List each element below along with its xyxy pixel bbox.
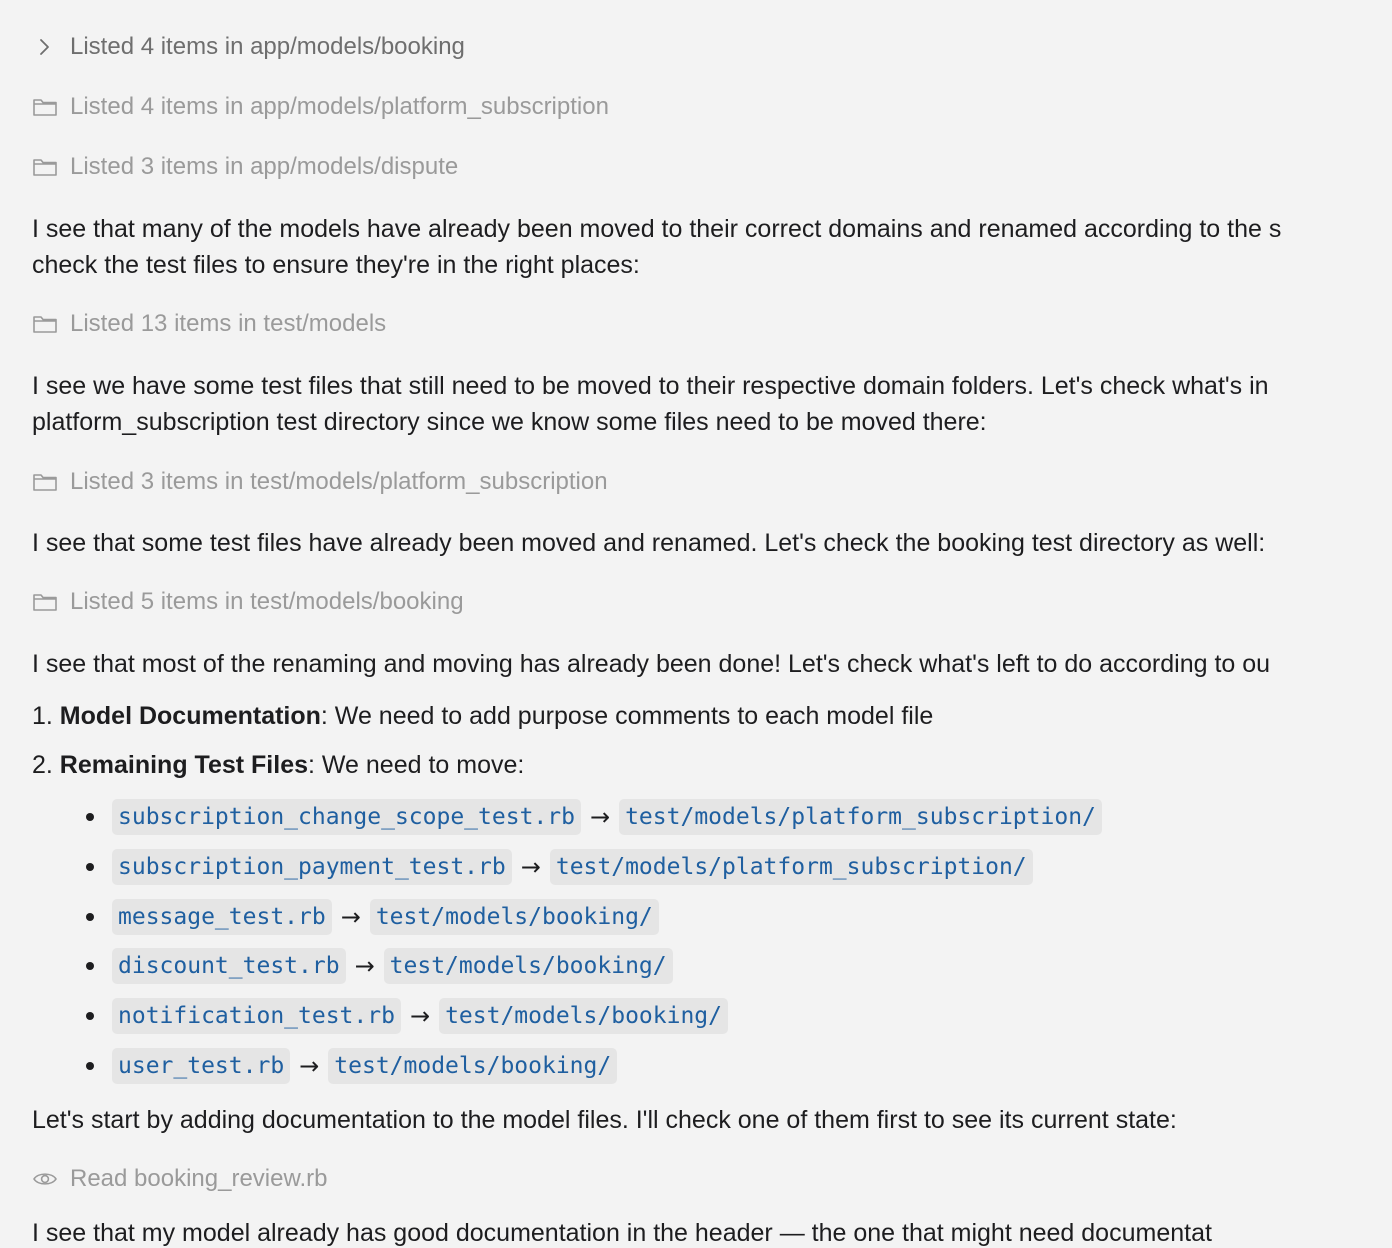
tool-call-row[interactable]: Listed 3 items in test/models/platform_s… xyxy=(32,465,608,499)
right-arrow-icon: → xyxy=(340,903,361,931)
tool-call-row[interactable]: Listed 13 items in test/models xyxy=(32,307,386,341)
tool-call-row[interactable]: Listed 4 items in app/models/booking xyxy=(32,30,465,64)
source-file-code: message_test.rb xyxy=(112,899,332,935)
tool-call-label: Listed 5 items in test/models/booking xyxy=(70,588,464,615)
message-line: check the test files to ensure they're i… xyxy=(32,251,640,279)
list-item-text: : We need to add purpose comments to eac… xyxy=(320,702,934,730)
source-file-code: subscription_change_scope_test.rb xyxy=(112,799,581,835)
source-file-code: user_test.rb xyxy=(112,1048,291,1084)
tool-call-label: Read booking_review.rb xyxy=(70,1165,328,1192)
assistant-message: I see that most of the renaming and movi… xyxy=(32,646,1392,682)
message-line: I see that many of the models have alrea… xyxy=(32,215,1282,243)
bullet-dot xyxy=(86,913,94,921)
move-list-item: message_test.rb → test/models/booking/ xyxy=(86,897,659,937)
folder-icon xyxy=(32,469,58,495)
source-file-code: subscription_payment_test.rb xyxy=(112,849,512,885)
tool-call-row[interactable]: Listed 3 items in app/models/dispute xyxy=(32,150,458,184)
tool-call-row[interactable]: Listed 4 items in app/models/platform_su… xyxy=(32,90,609,124)
tool-call-label: Listed 13 items in test/models xyxy=(70,310,387,337)
folder-icon xyxy=(32,311,58,337)
tool-call-label: Listed 4 items in app/models/platform_su… xyxy=(70,93,609,120)
numbered-list-item: 1. Model Documentation: We need to add p… xyxy=(32,698,933,734)
message-line: Let's start by adding documentation to t… xyxy=(32,1106,1177,1134)
bullet-dot xyxy=(86,863,94,871)
numbered-list-item: 2. Remaining Test Files: We need to move… xyxy=(32,747,524,783)
destination-path-code: test/models/platform_subscription/ xyxy=(549,849,1033,885)
message-line: I see that some test files have already … xyxy=(32,529,1266,557)
right-arrow-icon: → xyxy=(520,853,541,881)
assistant-message: I see that many of the models have alrea… xyxy=(32,211,1392,283)
assistant-message: I see we have some test files that still… xyxy=(32,368,1392,440)
destination-path-code: test/models/booking/ xyxy=(383,948,673,984)
right-arrow-icon: → xyxy=(299,1052,320,1080)
list-number: 1. xyxy=(32,702,60,730)
destination-path-code: test/models/platform_subscription/ xyxy=(619,799,1102,835)
assistant-message: I see that some test files have already … xyxy=(32,525,1392,561)
folder-icon xyxy=(32,94,58,120)
move-list-item: user_test.rb → test/models/booking/ xyxy=(86,1046,618,1086)
tool-call-row[interactable]: Listed 5 items in test/models/booking xyxy=(32,585,464,619)
message-line: I see that most of the renaming and movi… xyxy=(32,650,1271,678)
tool-call-label: Listed 4 items in app/models/booking xyxy=(70,33,465,60)
eye-icon xyxy=(32,1166,58,1192)
destination-path-code: test/models/booking/ xyxy=(328,1048,618,1084)
bullet-dot xyxy=(86,1062,94,1070)
move-list-item: discount_test.rb → test/models/booking/ xyxy=(86,946,673,986)
list-item-text: : We need to move: xyxy=(308,751,525,779)
move-list-item: subscription_change_scope_test.rb → test… xyxy=(86,797,1102,837)
right-arrow-icon: → xyxy=(589,803,611,831)
list-item-title: Remaining Test Files xyxy=(59,751,309,779)
folder-icon xyxy=(32,589,58,615)
tool-call-row[interactable]: Read booking_review.rb xyxy=(32,1162,328,1196)
bullet-dot xyxy=(86,1012,94,1020)
right-arrow-icon: → xyxy=(354,952,375,980)
move-list-item: subscription_payment_test.rb → test/mode… xyxy=(86,847,1033,887)
assistant-message: Let's start by adding documentation to t… xyxy=(32,1102,1392,1138)
message-line: platform_subscription test directory sin… xyxy=(32,408,987,436)
source-file-code: notification_test.rb xyxy=(112,998,401,1034)
move-list-item: notification_test.rb → test/models/booki… xyxy=(86,996,729,1036)
list-item-title: Model Documentation xyxy=(59,702,321,730)
chat-transcript: Listed 4 items in app/models/booking Lis… xyxy=(0,0,1392,1247)
assistant-message-partial: I see that my model already has good doc… xyxy=(32,1219,1212,1247)
destination-path-code: test/models/booking/ xyxy=(439,998,729,1034)
folder-icon xyxy=(32,154,58,180)
chevron-right-icon[interactable] xyxy=(32,34,58,60)
list-number: 2. xyxy=(32,751,60,779)
right-arrow-icon: → xyxy=(409,1002,431,1030)
bullet-dot xyxy=(86,813,94,821)
bullet-dot xyxy=(86,962,94,970)
tool-call-label: Listed 3 items in test/models/platform_s… xyxy=(70,468,608,495)
destination-path-code: test/models/booking/ xyxy=(369,899,659,935)
tool-call-label: Listed 3 items in app/models/dispute xyxy=(70,153,459,180)
source-file-code: discount_test.rb xyxy=(112,948,346,984)
message-line: I see we have some test files that still… xyxy=(32,372,1269,400)
